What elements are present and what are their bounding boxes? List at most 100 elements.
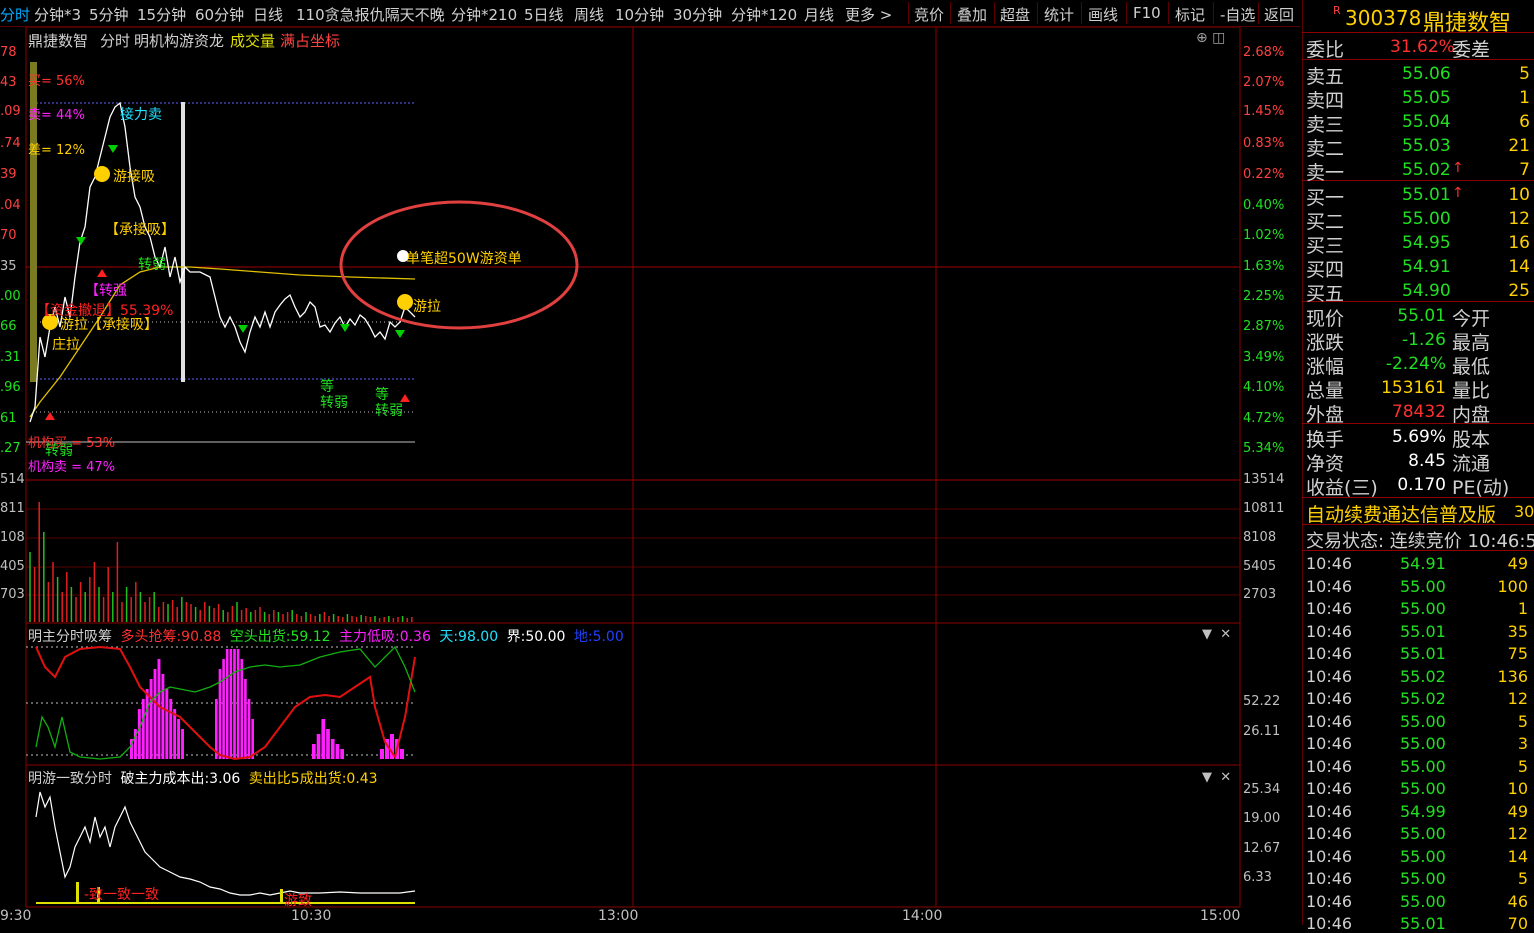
right-pct-label: 2.87%: [1243, 319, 1285, 334]
bid-arrow: ↑: [1452, 185, 1464, 201]
bound-label: 界:: [506, 629, 526, 645]
toolbar-item-18[interactable]: 统计: [1044, 4, 1074, 25]
toolbar-item-15[interactable]: 竞价: [914, 4, 944, 25]
bid-price: 55.00: [1402, 209, 1451, 229]
bound-value: 50.00: [525, 629, 566, 645]
chart-title-fullscale: 满占坐标: [280, 32, 341, 50]
toolbar-item-20[interactable]: F10: [1133, 4, 1161, 22]
toolbar-item-3[interactable]: 15分钟: [137, 4, 186, 25]
right-pct-label: 0.40%: [1243, 198, 1285, 213]
right-pct-label: 2.25%: [1243, 289, 1285, 304]
youla-label: 游拉: [413, 299, 441, 315]
wait-label-1: 等: [320, 379, 334, 395]
bid-volume: 16: [1508, 233, 1530, 253]
ask-price: 55.04: [1402, 112, 1451, 132]
stat2-value: 8.45: [1408, 451, 1446, 471]
tick-price: 55.00: [1400, 599, 1446, 618]
tick-price: 55.02: [1400, 666, 1446, 686]
tick-time: 10:46: [1306, 914, 1353, 933]
tick-time: 10:46: [1306, 891, 1353, 911]
indicator2-menu-icon[interactable]: ▼ ✕: [1202, 770, 1231, 785]
toolbar-item-14[interactable]: 更多 >: [845, 4, 892, 25]
toolbar-item-5[interactable]: 日线: [253, 4, 283, 25]
ask-label: 卖一: [1306, 162, 1345, 184]
toolbar-item-10[interactable]: 10分钟: [615, 4, 664, 25]
toolbar-item-13[interactable]: 月线: [804, 4, 834, 25]
stat-value: -2.24%: [1385, 354, 1446, 374]
relay-sell-label: 接力卖: [120, 107, 162, 123]
toolbar-item-1[interactable]: 分钟*3: [34, 4, 81, 25]
toolbar-item-2[interactable]: 5分钟: [89, 4, 129, 25]
tick-price: 55.00: [1400, 869, 1446, 888]
earth-label: 地:: [573, 629, 593, 645]
stat2-label: 换手: [1306, 429, 1345, 451]
toolbar-item-7[interactable]: 分钟*210: [451, 4, 517, 25]
chart-window-icons[interactable]: ⊕ ◫: [1196, 30, 1225, 46]
left-price-label: 78: [0, 45, 17, 60]
toolbar-item-21[interactable]: 标记: [1175, 4, 1205, 25]
toolbar-item-6[interactable]: 110贪急报仇隔天不晚: [296, 4, 445, 25]
toolbar-item-0[interactable]: 分时: [0, 4, 30, 25]
stat2-value: 0.170: [1397, 475, 1446, 495]
toolbar-item-16[interactable]: 叠加: [957, 4, 987, 25]
toolbar-item-12[interactable]: 分钟*120: [731, 4, 797, 25]
left-price-label: 66: [0, 319, 17, 334]
tick-volume: 75: [1507, 644, 1528, 663]
bid-label: 买三: [1306, 235, 1345, 257]
ind2-label-3: 12.67: [1243, 841, 1281, 856]
stat2-right-label: 股本: [1452, 429, 1491, 451]
tick-volume: 5: [1517, 756, 1528, 776]
tick-price: 55.00: [1400, 891, 1446, 911]
indicator1-menu-icon[interactable]: ▼ ✕: [1202, 627, 1231, 642]
right-pct-label: 4.72%: [1243, 411, 1285, 426]
stat-label: 涨幅: [1306, 356, 1345, 378]
volume-left-label: 108: [0, 530, 25, 545]
toolbar-item-22[interactable]: -自选: [1220, 4, 1255, 25]
stat-label: 总量: [1306, 380, 1345, 402]
toolbar-item-23[interactable]: 返回: [1264, 4, 1294, 25]
period-toolbar: 分时 分钟*3 5分钟 15分钟 60分钟 日线 110贪急报仇隔天不晚 分钟*210 5日线周…: [0, 0, 1300, 27]
tick-volume: 70: [1507, 914, 1528, 933]
ask-volume: 21: [1508, 136, 1530, 156]
ask-volume: 5: [1519, 64, 1530, 84]
volume-left-label: 703: [0, 587, 25, 602]
indicator1-name: 明主分时吸筹: [28, 629, 112, 645]
ask-label: 卖二: [1306, 138, 1345, 160]
turn-weak-1: 转弱: [138, 257, 166, 273]
stat-label: 现价: [1306, 308, 1345, 330]
bid-label: 买五: [1306, 283, 1345, 305]
bid-price: 55.01: [1402, 185, 1451, 205]
toolbar-item-17[interactable]: 超盘: [1000, 4, 1030, 25]
buy-pct-label: 买= 56%: [28, 74, 85, 89]
tick-volume: 35: [1507, 621, 1528, 641]
main-absorb-value: 0.36: [399, 629, 431, 645]
toolbar-item-19[interactable]: 画线: [1088, 4, 1118, 25]
tick-price: 55.00: [1400, 576, 1446, 596]
stat-right-label: 内盘: [1452, 404, 1491, 426]
tick-price: 55.00: [1400, 756, 1446, 776]
toolbar-item-8[interactable]: 5日线: [524, 4, 564, 25]
tick-price: 55.00: [1400, 824, 1446, 843]
tick-price: 54.99: [1400, 801, 1446, 821]
time-grid: [632, 27, 937, 907]
tick-volume: 5: [1517, 711, 1528, 731]
ind1-label-1: 52.22: [1243, 694, 1281, 709]
stat-value: -1.26: [1402, 330, 1446, 350]
ask-volume: 6: [1519, 112, 1530, 132]
volume-left-label: 405: [0, 559, 25, 574]
bid-volume: 14: [1508, 257, 1530, 277]
right-pct-label: 5.34%: [1243, 441, 1285, 456]
youla-support-label: 游拉【承接吸】: [60, 317, 158, 333]
toolbar-item-4[interactable]: 60分钟: [195, 4, 244, 25]
right-pct-label: 0.83%: [1243, 136, 1285, 151]
intraday-chart-canvas[interactable]: [0, 27, 1302, 925]
toolbar-item-11[interactable]: 30分钟: [673, 4, 722, 25]
toolbar-item-9[interactable]: 周线: [574, 4, 604, 25]
tick-volume: 12: [1507, 824, 1528, 843]
tick-time: 10:46: [1306, 554, 1353, 573]
left-price-label: 39: [0, 167, 17, 182]
subscription-banner[interactable]: 自动续费通达信普及版: [1306, 500, 1496, 527]
volume-right-label: 5405: [1243, 559, 1277, 574]
volume-left-label: 811: [0, 501, 25, 516]
ind1-label-2: 26.11: [1243, 724, 1281, 739]
